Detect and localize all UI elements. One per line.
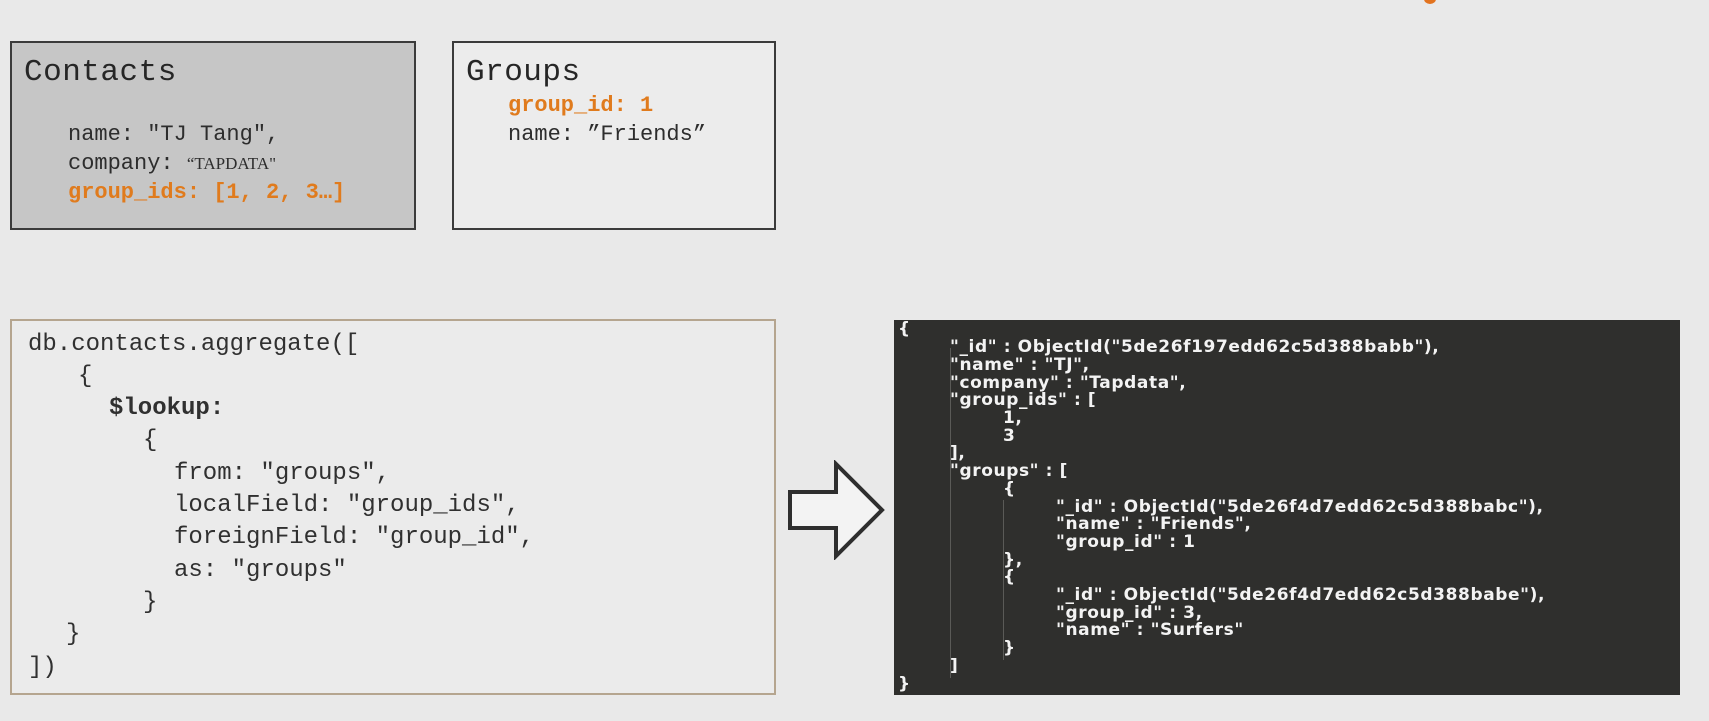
- result-line: ]: [950, 656, 959, 676]
- result-line: }: [898, 674, 911, 694]
- result-line: ],: [950, 443, 966, 463]
- result-line: "_id" : ObjectId("5de26f4d7edd62c5d388ba…: [1056, 585, 1546, 605]
- groups-name-field: name: ”Friends”: [508, 122, 706, 147]
- contacts-title: Contacts: [24, 55, 177, 90]
- groups-card: Groups group_id: 1 name: ”Friends”: [452, 41, 776, 230]
- result-line: {: [1003, 479, 1016, 499]
- contacts-company-key: company:: [68, 151, 187, 176]
- result-line: "group_ids" : [: [950, 390, 1097, 410]
- groups-name-key: name:: [508, 122, 588, 147]
- aggregate-query-box: db.contacts.aggregate([ { $lookup: { fro…: [10, 319, 776, 695]
- result-line: "group_id" : 1: [1056, 532, 1196, 552]
- contacts-company-value: “TAPDATA": [186, 154, 277, 173]
- result-line: {: [898, 320, 911, 339]
- contacts-group-ids-field: group_ids: [1, 2, 3…]: [68, 180, 346, 205]
- result-line: "name" : "TJ",: [950, 355, 1090, 375]
- groups-name-value: ”Friends”: [587, 122, 707, 147]
- contacts-name-field: name: "TJ Tang",: [68, 122, 279, 147]
- contacts-card: Contacts name: "TJ Tang", company: “TAPD…: [10, 41, 416, 230]
- query-line: }: [66, 621, 81, 648]
- result-line: "_id" : ObjectId("5de26f197edd62c5d388ba…: [950, 337, 1440, 357]
- contacts-company-field: company: “TAPDATA": [68, 151, 276, 176]
- result-line: 1,: [1003, 408, 1023, 428]
- query-line: as: "groups": [174, 557, 347, 584]
- query-line: db.contacts.aggregate([: [28, 331, 360, 358]
- query-line: {: [143, 427, 158, 454]
- query-line: foreignField: "group_id",: [174, 524, 535, 551]
- result-line: "groups" : [: [950, 461, 1068, 481]
- groups-group-id-field: group_id: 1: [508, 93, 654, 118]
- query-line: ]): [28, 654, 57, 681]
- result-line: "name" : "Surfers": [1056, 620, 1244, 640]
- query-line: {: [78, 363, 93, 390]
- query-result-panel: { "_id" : ObjectId("5de26f197edd62c5d388…: [894, 320, 1680, 695]
- query-line: localField: "group_ids",: [174, 492, 520, 519]
- query-line: from: "groups",: [174, 460, 391, 487]
- result-line: }: [1003, 638, 1016, 658]
- accent-dot: [1424, 0, 1436, 4]
- result-line: {: [1003, 567, 1016, 587]
- contacts-name-value: "TJ Tang",: [147, 122, 280, 147]
- result-line: "name" : "Friends",: [1056, 514, 1252, 534]
- result-line: 3: [1003, 426, 1016, 446]
- query-lookup-keyword: $lookup:: [109, 395, 225, 422]
- query-line: }: [143, 589, 158, 616]
- contacts-name-key: name:: [68, 122, 148, 147]
- groups-title: Groups: [466, 55, 581, 90]
- right-arrow-icon: [788, 460, 885, 560]
